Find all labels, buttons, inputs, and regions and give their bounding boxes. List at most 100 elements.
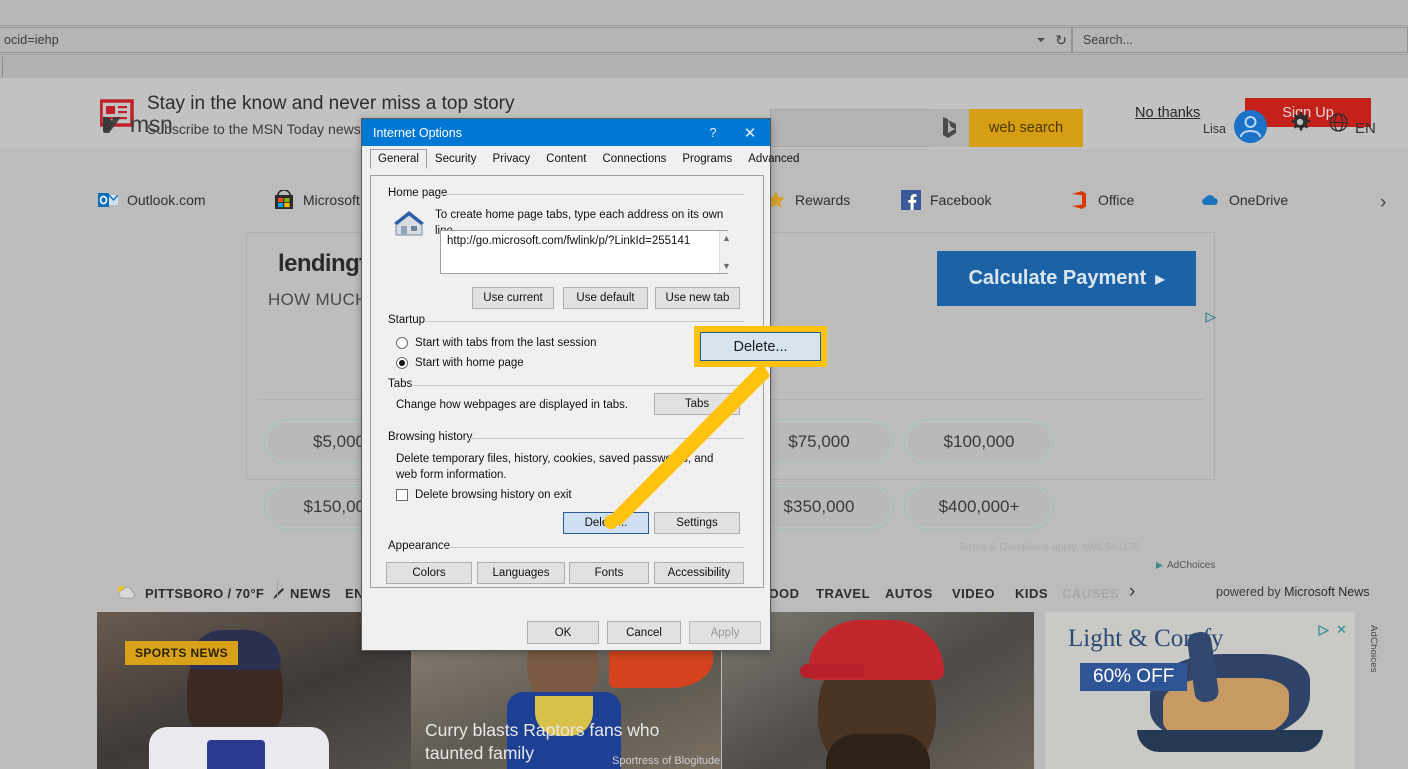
adchoices-label-1[interactable]: AdChoices	[1155, 560, 1215, 571]
colors-button[interactable]: Colors	[386, 562, 472, 584]
startup-group-label: Startup	[384, 314, 429, 326]
nav-kids[interactable]: KIDS	[1015, 586, 1048, 601]
browsing-history-description: Delete temporary files, history, cookies…	[396, 452, 726, 483]
adchoices-text: AdChoices	[1167, 560, 1215, 571]
weather-widget[interactable]: PITTSBORO / 70°F	[115, 584, 286, 602]
accessibility-button[interactable]: Accessibility	[654, 562, 744, 584]
globe-icon[interactable]	[1329, 113, 1348, 132]
quicklink-label: Rewards	[795, 192, 850, 208]
quicklink-onedrive[interactable]: OneDrive	[1200, 190, 1288, 210]
chevron-up-icon[interactable]: ▲	[722, 233, 731, 243]
dialog-tabs: General Security Privacy Content Connect…	[362, 146, 770, 168]
tab-content[interactable]: Content	[538, 149, 594, 169]
dialog-title: Internet Options	[362, 126, 462, 140]
radio-icon-selected[interactable]	[396, 357, 408, 369]
amount-option[interactable]: $400,000+	[906, 486, 1052, 528]
browsing-history-settings-button[interactable]: Settings	[654, 512, 740, 534]
avatar[interactable]	[1234, 110, 1267, 143]
startup-option-last-session[interactable]: Start with tabs from the last session	[396, 337, 597, 349]
home-page-group-label: Home page	[384, 187, 451, 199]
tab-general[interactable]: General	[370, 149, 427, 169]
office-icon	[1069, 190, 1089, 210]
address-bar[interactable]: ocid=iehp ↻	[0, 27, 1072, 53]
quicklink-label: Facebook	[930, 192, 991, 208]
quicklink-label: Outlook.com	[127, 192, 206, 208]
delete-browsing-history-button[interactable]: Delete...	[563, 512, 649, 534]
nav-video[interactable]: VIDEO	[952, 586, 995, 601]
callout-delete-button[interactable]: Delete...	[700, 332, 821, 361]
quicklink-rewards[interactable]: Rewards	[766, 190, 850, 210]
tab-security[interactable]: Security	[427, 149, 485, 169]
use-new-tab-button[interactable]: Use new tab	[655, 287, 740, 309]
tab-programs[interactable]: Programs	[674, 149, 740, 169]
tab-connections[interactable]: Connections	[594, 149, 674, 169]
languages-button[interactable]: Languages	[477, 562, 565, 584]
close-button[interactable]: ✕	[730, 119, 770, 146]
dialog-titlebar: Internet Options ? ✕	[362, 119, 770, 146]
web-search-button[interactable]: web search	[969, 109, 1083, 147]
browser-search-placeholder: Search...	[1083, 33, 1133, 47]
use-current-button[interactable]: Use current	[472, 287, 554, 309]
pencil-icon[interactable]	[272, 586, 286, 600]
chevron-right-icon[interactable]: ›	[1380, 192, 1386, 214]
outlook-icon	[98, 190, 118, 210]
nav-causes[interactable]: CAUSES	[1062, 586, 1119, 601]
adchoices-triangle-icon[interactable]	[1318, 625, 1330, 636]
shoe-ad-headline: Light & Comfy	[1068, 625, 1224, 653]
msn-butterfly-icon	[100, 114, 124, 136]
browser-address-row: ocid=iehp ↻ Search...	[0, 27, 1408, 53]
no-thanks-link[interactable]: No thanks	[1135, 105, 1200, 121]
delete-on-exit-label: Delete browsing history on exit	[415, 489, 572, 501]
tabs-button[interactable]: Tabs	[654, 393, 740, 415]
browser-titlebar	[0, 0, 1408, 26]
browser-tab-row[interactable]	[0, 54, 1408, 78]
nav-travel[interactable]: TRAVEL	[816, 586, 870, 601]
browser-search-box[interactable]: Search...	[1072, 27, 1408, 53]
group-rule	[413, 385, 744, 386]
apply-button: Apply	[689, 621, 761, 644]
nav-news[interactable]: NEWS	[290, 586, 331, 601]
quicklink-microsoft[interactable]: Microsoft	[274, 190, 360, 210]
radio-icon[interactable]	[396, 337, 408, 349]
chevron-down-icon[interactable]: ▼	[722, 261, 731, 271]
quicklink-label: OneDrive	[1229, 192, 1288, 208]
address-bar-controls: ↻	[1037, 28, 1067, 52]
quicklink-outlook[interactable]: Outlook.com	[98, 190, 206, 210]
adchoices-label-2[interactable]: AdChoices	[1368, 625, 1379, 673]
screenshot-root: ocid=iehp ↻ Search... Stay in the know a…	[0, 0, 1408, 769]
chevron-down-icon[interactable]	[1037, 38, 1045, 42]
ok-button[interactable]: OK	[527, 621, 599, 644]
adchoices-triangle-icon[interactable]	[1205, 312, 1217, 323]
tabs-group-label: Tabs	[384, 378, 416, 390]
calculate-payment-button[interactable]: Calculate Payment ▶	[937, 251, 1196, 306]
fonts-button[interactable]: Fonts	[569, 562, 649, 584]
tab-advanced[interactable]: Advanced	[740, 149, 807, 169]
use-default-button[interactable]: Use default	[563, 287, 648, 309]
group-rule	[424, 321, 744, 322]
home-page-scrollbar[interactable]: ▲ ▼	[719, 231, 733, 273]
sun-cloud-icon	[115, 584, 137, 602]
amount-option[interactable]: $100,000	[906, 421, 1052, 463]
help-button[interactable]: ?	[696, 119, 730, 146]
home-page-input[interactable]: http://go.microsoft.com/fwlink/p/?LinkId…	[440, 230, 728, 274]
msn-logo[interactable]: msn	[100, 111, 173, 138]
cancel-button[interactable]: Cancel	[607, 621, 681, 644]
user-avatar-icon	[1234, 110, 1267, 143]
quicklink-office[interactable]: Office	[1069, 190, 1134, 210]
banner-title: Stay in the know and never miss a top st…	[147, 93, 515, 115]
play-arrow-icon: ▶	[1155, 272, 1164, 286]
checkbox-icon[interactable]	[396, 489, 408, 501]
language-label[interactable]: EN	[1355, 120, 1376, 137]
adchoices-triangle-icon	[1155, 561, 1165, 570]
gear-icon[interactable]	[1289, 111, 1311, 133]
refresh-icon[interactable]: ↻	[1055, 33, 1067, 47]
startup-option-home-page[interactable]: Start with home page	[396, 357, 524, 369]
quicklink-facebook[interactable]: Facebook	[901, 190, 991, 210]
ad-terms: Terms & Conditions apply. NMLS#1136	[958, 541, 1140, 553]
close-icon[interactable]: ✕	[1336, 622, 1347, 638]
startup-option-label: Start with tabs from the last session	[415, 337, 597, 349]
tab-privacy[interactable]: Privacy	[484, 149, 538, 169]
chevron-right-icon[interactable]: ›	[1129, 581, 1135, 603]
nav-autos[interactable]: AUTOS	[885, 586, 933, 601]
delete-on-exit-checkbox[interactable]: Delete browsing history on exit	[396, 489, 572, 501]
